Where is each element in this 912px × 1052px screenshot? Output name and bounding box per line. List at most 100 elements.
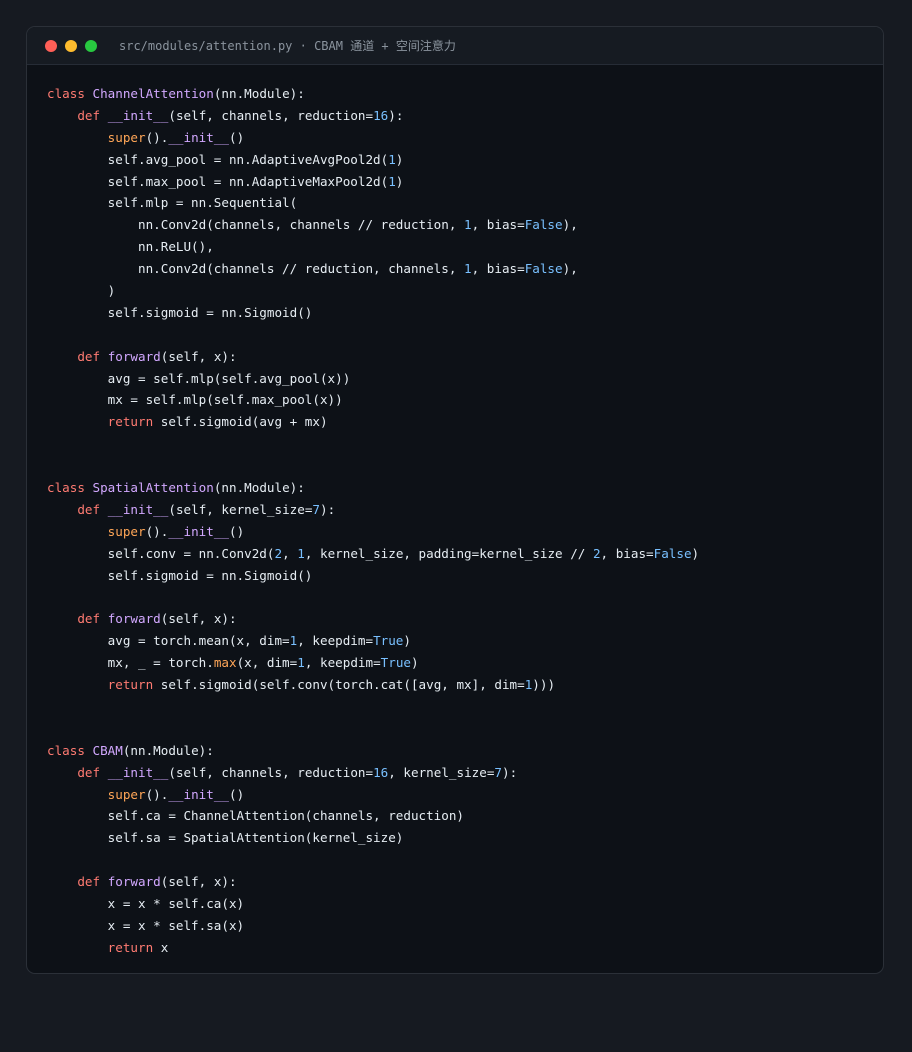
code-token-plain: ) bbox=[411, 655, 419, 671]
code-token-plain: x = x * self.sa(x) bbox=[47, 917, 245, 933]
code-line: self.sigmoid = nn.Sigmoid() bbox=[47, 565, 883, 587]
code-token-plain: mx = self.mlp(self.max_pool(x)) bbox=[47, 392, 343, 408]
code-line: self.sigmoid = nn.Sigmoid() bbox=[47, 302, 883, 324]
code-token-plain: ): bbox=[502, 764, 518, 780]
code-token-plain: , bias= bbox=[471, 217, 525, 233]
code-token-plain: (self, x): bbox=[160, 348, 237, 364]
code-token-num: 1 bbox=[464, 261, 472, 277]
code-token-plain: nn.Conv2d(channels // reduction, channel… bbox=[47, 261, 465, 277]
code-token-plain: (nn.Module): bbox=[122, 742, 214, 758]
code-line: self.ca = ChannelAttention(channels, red… bbox=[47, 805, 883, 827]
code-token-const: False bbox=[524, 217, 563, 233]
code-line: ) bbox=[47, 280, 883, 302]
code-token-kw: class bbox=[47, 742, 93, 758]
code-token-plain: self.conv = nn.Conv2d( bbox=[47, 545, 275, 561]
code-token-kw: class bbox=[47, 480, 93, 496]
code-line: super().__init__() bbox=[47, 127, 883, 149]
code-line: x = x * self.ca(x) bbox=[47, 893, 883, 915]
code-token-plain: (nn.Module): bbox=[213, 480, 305, 496]
code-line: super().__init__() bbox=[47, 521, 883, 543]
code-token-plain: self.max_pool = nn.AdaptiveMaxPool2d( bbox=[47, 173, 389, 189]
code-token-plain: self.sigmoid(self.conv(torch.cat([avg, m… bbox=[160, 677, 525, 693]
code-token-plain: ), bbox=[562, 217, 578, 233]
code-token-plain: nn.ReLU(), bbox=[47, 239, 214, 255]
code-token-plain: mx, _ = torch. bbox=[47, 655, 214, 671]
code-line: x = x * self.sa(x) bbox=[47, 915, 883, 937]
code-token-kw: def bbox=[77, 611, 108, 627]
code-token-kw: return bbox=[107, 939, 161, 955]
code-token-plain: ) bbox=[691, 545, 700, 561]
code-line: self.avg_pool = nn.AdaptiveAvgPool2d(1) bbox=[47, 149, 883, 171]
code-token-plain: , bbox=[282, 545, 298, 561]
code-token-kw: def bbox=[77, 348, 108, 364]
code-token-const: True bbox=[380, 655, 411, 671]
code-token-fn: forward bbox=[107, 611, 161, 627]
maximize-window-dot-icon[interactable] bbox=[85, 39, 97, 52]
code-line: return x bbox=[47, 937, 883, 959]
code-token-num: 1 bbox=[297, 655, 305, 671]
code-line: class ChannelAttention(nn.Module): bbox=[47, 83, 883, 105]
code-token-const: False bbox=[524, 261, 563, 277]
code-line: def forward(self, x): bbox=[47, 608, 883, 630]
code-line: self.conv = nn.Conv2d(2, 1, kernel_size,… bbox=[47, 543, 883, 565]
code-token-cls: CBAM bbox=[92, 742, 123, 758]
code-token-plain: ) bbox=[395, 173, 404, 189]
code-token-kw: return bbox=[107, 677, 161, 693]
code-token-fn: __init__ bbox=[107, 501, 169, 517]
code-token-plain: ) bbox=[403, 633, 411, 649]
code-token-plain: (). bbox=[145, 129, 169, 145]
code-token-plain: , keepdim= bbox=[304, 655, 381, 671]
code-line: class SpatialAttention(nn.Module): bbox=[47, 477, 883, 499]
code-line: def __init__(self, channels, reduction=1… bbox=[47, 762, 883, 784]
code-token-plain: x bbox=[160, 939, 169, 955]
code-token-plain: (). bbox=[145, 786, 169, 802]
code-token-num: 7 bbox=[494, 764, 502, 780]
code-token-plain: self.mlp = nn.Sequential( bbox=[47, 195, 298, 211]
code-line: def __init__(self, channels, reduction=1… bbox=[47, 105, 883, 127]
code-token-fn: __init__ bbox=[107, 107, 169, 123]
code-line: def forward(self, x): bbox=[47, 346, 883, 368]
code-token-num: 2 bbox=[592, 545, 601, 561]
code-token-plain: () bbox=[229, 523, 245, 539]
code-token-num: 16 bbox=[373, 107, 389, 123]
minimize-window-dot-icon[interactable] bbox=[65, 39, 77, 52]
code-token-kw: def bbox=[77, 764, 108, 780]
code-token-plain: ), bbox=[562, 261, 578, 277]
code-line: self.mlp = nn.Sequential( bbox=[47, 192, 883, 214]
code-editor[interactable]: class ChannelAttention(nn.Module): def _… bbox=[27, 65, 883, 959]
code-token-plain: self.avg_pool = nn.AdaptiveAvgPool2d( bbox=[47, 151, 389, 167]
code-line: return self.sigmoid(self.conv(torch.cat(… bbox=[47, 674, 883, 696]
close-window-dot-icon[interactable] bbox=[45, 39, 57, 52]
code-token-plain: ))) bbox=[532, 677, 556, 693]
code-token-builtin: max bbox=[213, 655, 237, 671]
code-token-builtin: super bbox=[107, 523, 146, 539]
code-line: nn.Conv2d(channels, channels // reductio… bbox=[47, 214, 883, 236]
code-token-plain: (self, channels, reduction= bbox=[168, 107, 374, 123]
code-token-plain: , kernel_size= bbox=[388, 764, 495, 780]
code-line: self.max_pool = nn.AdaptiveMaxPool2d(1) bbox=[47, 171, 883, 193]
code-token-plain: nn.Conv2d(channels, channels // reductio… bbox=[47, 217, 465, 233]
code-token-kw: class bbox=[47, 86, 93, 101]
code-line: super().__init__() bbox=[47, 784, 883, 806]
code-line: class CBAM(nn.Module): bbox=[47, 740, 883, 762]
code-token-kw: return bbox=[107, 414, 161, 430]
code-token-plain: () bbox=[229, 129, 245, 145]
code-token-fn: __init__ bbox=[107, 764, 169, 780]
code-token-plain: (). bbox=[145, 523, 169, 539]
code-token-kw: def bbox=[77, 501, 108, 517]
code-token-fn: forward bbox=[107, 874, 161, 890]
code-token-kw: def bbox=[77, 874, 108, 890]
code-token-plain: (self, channels, reduction= bbox=[168, 764, 374, 780]
code-line: self.sa = SpatialAttention(kernel_size) bbox=[47, 827, 883, 849]
code-token-num: 1 bbox=[297, 545, 305, 561]
